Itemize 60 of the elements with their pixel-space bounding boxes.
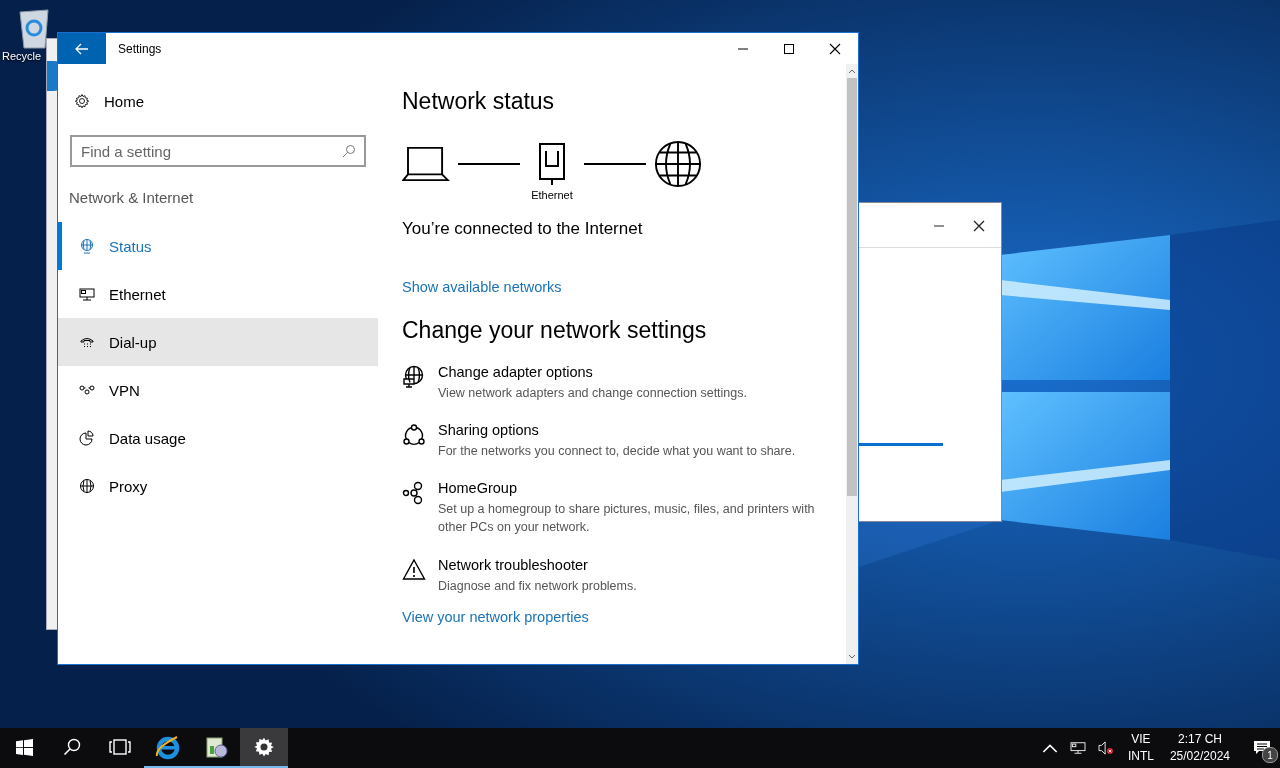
gear-icon bbox=[254, 737, 274, 757]
input-language-button[interactable]: VIE INTL bbox=[1127, 731, 1154, 765]
warning-icon bbox=[402, 557, 426, 582]
settings-icon[interactable] bbox=[74, 93, 90, 109]
scroll-up-icon[interactable] bbox=[848, 68, 856, 74]
ethernet-port-icon bbox=[538, 143, 566, 187]
search-icon bbox=[63, 738, 81, 756]
browser-icon bbox=[155, 734, 181, 760]
option-link[interactable]: HomeGroup bbox=[438, 480, 818, 497]
settings-button[interactable] bbox=[240, 728, 288, 768]
close-icon[interactable] bbox=[973, 220, 985, 232]
nav-item[interactable]: Data usage bbox=[58, 414, 378, 462]
network-properties-link[interactable]: View your network properties bbox=[402, 608, 589, 625]
option-link[interactable]: Sharing options bbox=[438, 422, 818, 439]
globe-monitor-icon bbox=[402, 365, 426, 389]
section-heading: Network & Internet bbox=[69, 189, 195, 206]
option-description: For the networks you connect to, decide what you want to share. bbox=[438, 443, 797, 461]
connection-line bbox=[458, 163, 520, 165]
task-view-icon bbox=[109, 739, 131, 755]
nav-item[interactable]: Dial-up bbox=[58, 318, 378, 366]
search-icon[interactable] bbox=[342, 144, 356, 158]
app-icon bbox=[203, 734, 229, 760]
option-description: View network adapters and change connection settings. bbox=[438, 385, 748, 402]
maximize-icon bbox=[783, 42, 795, 55]
connection-status: You’re connected to the Internet bbox=[402, 219, 643, 239]
muted-speaker-icon[interactable] bbox=[1097, 741, 1114, 755]
option-link[interactable]: Change adapter options bbox=[438, 364, 818, 380]
option-description: Set up a homegroup to share pictures, music, files, and printers with other PCs on your network. bbox=[438, 501, 816, 537]
clock-button[interactable]: 2:17 CH 25/02/2024 bbox=[1169, 731, 1230, 765]
page-heading: Network status bbox=[402, 88, 555, 115]
desktop-icon-label: Recycle bbox=[2, 50, 42, 62]
connection-label: Ethernet bbox=[531, 189, 573, 201]
search-field[interactable]: Find a setting bbox=[70, 135, 366, 167]
windows-logo-icon bbox=[15, 738, 33, 756]
section-heading: Change your network settings bbox=[402, 317, 707, 344]
sharing-icon bbox=[402, 423, 426, 448]
network-icon[interactable] bbox=[1069, 741, 1086, 755]
option-link[interactable]: Network troubleshooter bbox=[438, 556, 818, 573]
globe-icon bbox=[654, 140, 702, 188]
pie-chart-icon bbox=[79, 430, 95, 446]
scrollbar[interactable] bbox=[846, 64, 858, 664]
nav-item[interactable]: Proxy bbox=[58, 462, 378, 510]
nav-item[interactable]: Ethernet bbox=[58, 270, 378, 318]
nav-item[interactable]: VPN bbox=[58, 366, 378, 414]
nav-item[interactable]: Status bbox=[58, 222, 378, 270]
close-icon bbox=[829, 42, 841, 55]
back-arrow-icon bbox=[75, 42, 89, 55]
scroll-down-icon[interactable] bbox=[848, 654, 856, 660]
globe-monitor-icon bbox=[79, 238, 95, 254]
vpn-icon bbox=[79, 382, 95, 398]
globe-icon bbox=[79, 478, 95, 494]
back-button[interactable] bbox=[58, 33, 106, 64]
notification-count: 1 bbox=[1262, 747, 1278, 763]
option-description: Diagnose and fix network problems. bbox=[438, 577, 638, 595]
window-title: Settings bbox=[118, 41, 162, 56]
laptop-icon bbox=[402, 146, 450, 182]
monitor-icon bbox=[79, 286, 95, 302]
connection-line bbox=[584, 163, 646, 165]
show-networks-link[interactable]: Show available networks bbox=[402, 279, 562, 295]
home-link[interactable]: Home bbox=[104, 92, 144, 110]
